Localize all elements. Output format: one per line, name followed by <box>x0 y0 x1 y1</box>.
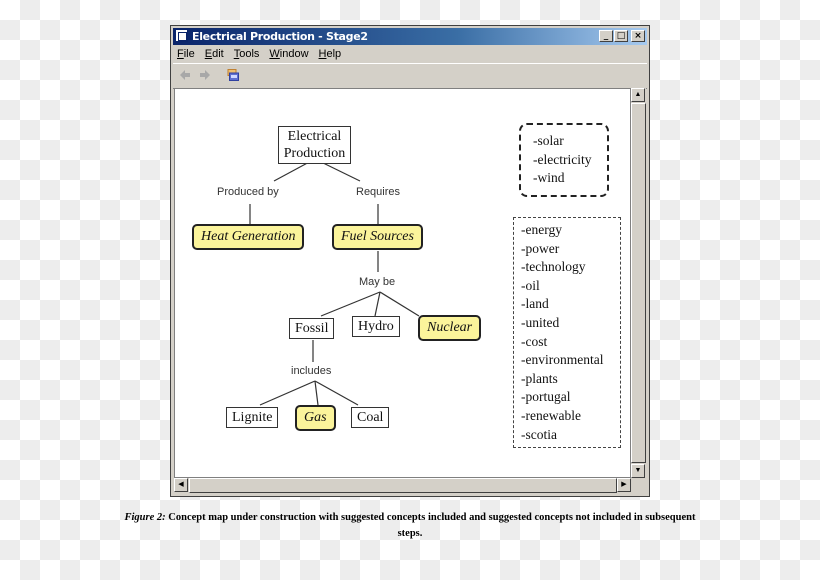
concept-electrical-production[interactable]: Electrical Production <box>278 126 351 164</box>
suggested-concept-item[interactable]: -environmental <box>521 351 614 370</box>
link-requires[interactable]: Requires <box>356 186 400 198</box>
connector-line <box>374 291 381 317</box>
suggested-concept-item[interactable]: -electricity <box>533 151 597 170</box>
suggested-concept-item[interactable]: -solar <box>533 132 597 151</box>
suggested-concepts-not-included: -energy -power -technology -oil -land -united… <box>513 217 621 448</box>
scroll-down-button[interactable]: ▼ <box>631 464 645 478</box>
scroll-right-button[interactable]: ▶ <box>617 478 631 492</box>
window-title: Electrical Production - Stage2 <box>192 30 368 43</box>
figure-caption-text: Concept map under construction with sugg… <box>165 512 696 539</box>
suggested-concepts-included: -solar -electricity -wind <box>519 123 609 197</box>
concept-map-icon[interactable] <box>227 69 239 81</box>
suggested-concept-item[interactable]: -oil <box>521 277 614 296</box>
connector-line <box>379 291 420 317</box>
suggested-concept-item[interactable]: -energy <box>521 221 614 240</box>
suggested-concept-item[interactable]: -scotia <box>521 426 614 445</box>
suggested-concept-item[interactable]: -power <box>521 240 614 259</box>
app-window: Electrical Production - Stage2 _ □ × Fil… <box>170 25 650 497</box>
concept-hydro[interactable]: Hydro <box>352 316 400 337</box>
app-icon <box>175 29 188 42</box>
vertical-scroll-thumb[interactable] <box>631 103 646 463</box>
concept-nuclear[interactable]: Nuclear <box>418 315 482 341</box>
suggested-concept-item[interactable]: -wind <box>533 169 597 188</box>
back-arrow-icon[interactable] <box>179 69 191 81</box>
maximize-button[interactable]: □ <box>614 30 628 42</box>
link-may-be[interactable]: May be <box>359 276 395 288</box>
menu-help[interactable]: Help <box>319 45 342 63</box>
horizontal-scroll-thumb[interactable] <box>189 478 617 493</box>
suggested-concept-item[interactable]: -plants <box>521 370 614 389</box>
suggested-concept-item[interactable]: -technology <box>521 258 614 277</box>
menu-window[interactable]: Window <box>269 45 308 63</box>
figure-caption: Figure 2: Concept map under construction… <box>120 510 700 542</box>
title-bar[interactable]: Electrical Production - Stage2 _ □ × <box>173 28 647 45</box>
scroll-up-button[interactable]: ▲ <box>631 88 645 102</box>
link-includes[interactable]: includes <box>291 365 331 377</box>
concept-heat-generation[interactable]: Heat Generation <box>192 224 305 250</box>
menu-edit[interactable]: Edit <box>205 45 224 63</box>
connector-line <box>314 380 359 406</box>
close-button[interactable]: × <box>631 30 645 42</box>
vertical-scrollbar[interactable]: ▲ ▼ <box>631 88 646 478</box>
link-produced-by[interactable]: Produced by <box>217 186 279 198</box>
minimize-button[interactable]: _ <box>599 30 613 42</box>
suggested-concept-item[interactable]: -land <box>521 295 614 314</box>
suggested-concept-item[interactable]: -renewable <box>521 407 614 426</box>
connector-line <box>314 380 319 406</box>
menu-bar: File Edit Tools Window Help <box>177 45 341 63</box>
connector-line <box>259 380 316 406</box>
menu-tools[interactable]: Tools <box>234 45 260 63</box>
concept-gas[interactable]: Gas <box>295 405 336 431</box>
concept-fuel-sources[interactable]: Fuel Sources <box>332 224 423 250</box>
concept-fossil[interactable]: Fossil <box>289 318 335 339</box>
forward-arrow-icon[interactable] <box>199 69 211 81</box>
scroll-left-button[interactable]: ◀ <box>174 478 188 492</box>
horizontal-scrollbar[interactable]: ◀ ▶ <box>174 478 631 493</box>
concept-lignite[interactable]: Lignite <box>226 407 279 428</box>
concept-map-canvas[interactable]: Electrical Production Produced by Requir… <box>174 88 631 478</box>
toolbar <box>173 63 647 89</box>
suggested-concept-item[interactable]: -cost <box>521 333 614 352</box>
suggested-concept-item[interactable]: -united <box>521 314 614 333</box>
figure-label: Figure 2: <box>124 512 166 523</box>
connector-line <box>320 291 381 317</box>
concept-coal[interactable]: Coal <box>351 407 390 428</box>
menu-file[interactable]: File <box>177 45 195 63</box>
suggested-concept-item[interactable]: -portugal <box>521 388 614 407</box>
